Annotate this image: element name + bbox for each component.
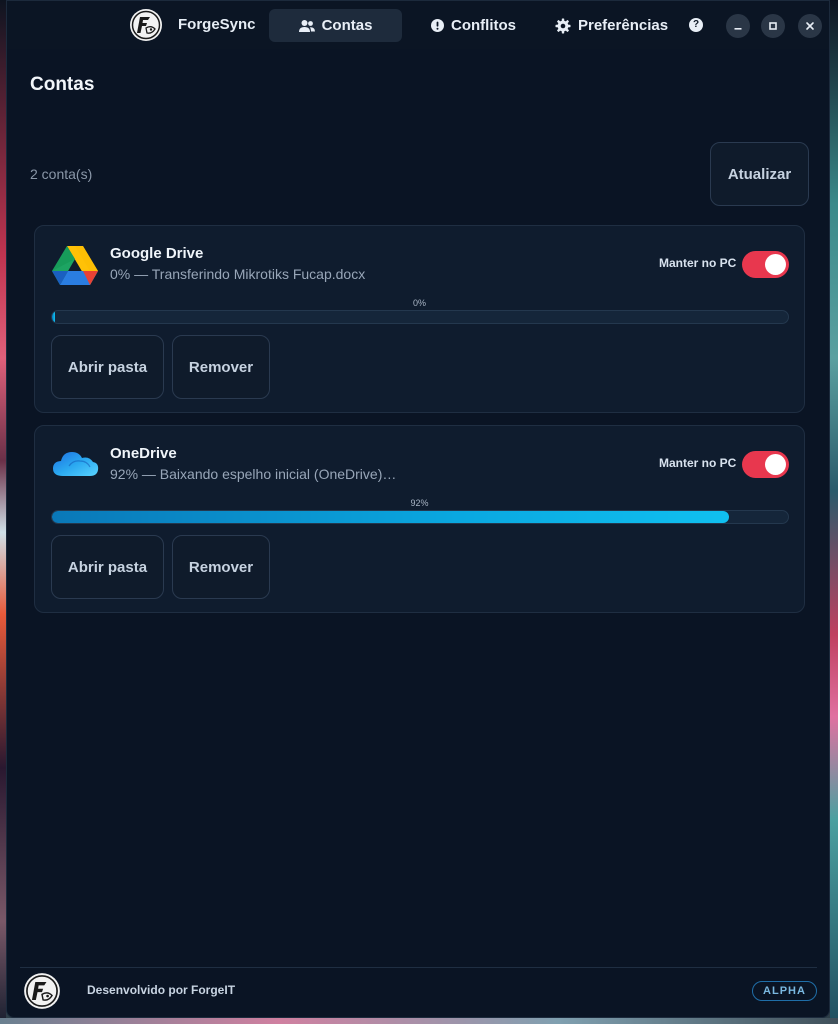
maximize-button[interactable]	[761, 14, 785, 38]
title-bar[interactable]: ForgeSync Contas Conflitos Preferências …	[7, 1, 829, 49]
tab-contas[interactable]: Contas	[269, 9, 402, 42]
refresh-button[interactable]: Atualizar	[710, 142, 809, 206]
open-folder-button[interactable]: Abrir pasta	[51, 535, 164, 599]
minimize-icon	[734, 28, 742, 30]
close-icon	[806, 22, 814, 30]
progress-percent: 0%	[412, 298, 426, 308]
progress-bar	[51, 510, 789, 524]
progress-fill	[52, 311, 55, 323]
remove-button[interactable]: Remover	[172, 535, 270, 599]
tab-conflitos[interactable]: Conflitos	[421, 9, 526, 42]
toggle-knob	[765, 254, 786, 275]
page-title: Contas	[30, 74, 95, 95]
forgeit-logo-icon	[23, 972, 61, 1010]
keep-on-pc-label: Manter no PC	[659, 256, 737, 270]
sync-status: 92% — Baixando espelho inicial (OneDrive…	[110, 466, 397, 482]
app-name: ForgeSync	[178, 16, 256, 33]
progress-bar	[51, 310, 789, 324]
open-folder-button[interactable]: Abrir pasta	[51, 335, 164, 399]
close-button[interactable]	[798, 14, 822, 38]
app-window: ForgeSync Contas Conflitos Preferências …	[6, 0, 830, 1018]
alert-circle-icon	[431, 19, 444, 32]
desktop-wallpaper-bottom	[0, 1018, 838, 1024]
onedrive-cloud-icon	[51, 440, 99, 488]
provider-name: OneDrive	[110, 445, 177, 462]
tab-label: Preferências	[578, 17, 669, 34]
account-card-google-drive: Google Drive 0% — Transferindo Mikrotiks…	[34, 225, 805, 413]
keep-on-pc-label: Manter no PC	[659, 456, 737, 470]
toggle-knob	[765, 454, 786, 475]
maximize-icon	[769, 22, 777, 30]
tab-label: Conflitos	[451, 17, 516, 34]
keep-on-pc-toggle[interactable]	[742, 451, 789, 478]
footer: Desenvolvido por ForgeIT ALPHA	[20, 967, 817, 1013]
progress-fill	[52, 511, 730, 523]
forgesync-logo-icon	[129, 8, 163, 42]
tab-label: Contas	[321, 17, 373, 34]
help-icon[interactable]: ?	[689, 18, 703, 32]
google-drive-icon	[51, 240, 99, 288]
desktop-wallpaper-right	[830, 0, 838, 1024]
remove-button[interactable]: Remover	[172, 335, 270, 399]
provider-name: Google Drive	[110, 245, 204, 262]
developer-credit: Desenvolvido por ForgeIT	[87, 983, 236, 997]
sync-status: 0% — Transferindo Mikrotiks Fucap.docx	[110, 266, 366, 282]
account-card-onedrive: OneDrive 92% — Baixando espelho inicial …	[34, 425, 805, 613]
version-badge: ALPHA	[752, 981, 817, 1001]
tab-preferencias[interactable]: Preferências	[545, 9, 678, 42]
users-icon	[298, 19, 315, 33]
gear-icon	[555, 18, 571, 34]
account-count: 2 conta(s)	[30, 166, 93, 182]
progress-percent: 92%	[410, 498, 429, 508]
keep-on-pc-toggle[interactable]	[742, 251, 789, 278]
minimize-button[interactable]	[726, 14, 750, 38]
